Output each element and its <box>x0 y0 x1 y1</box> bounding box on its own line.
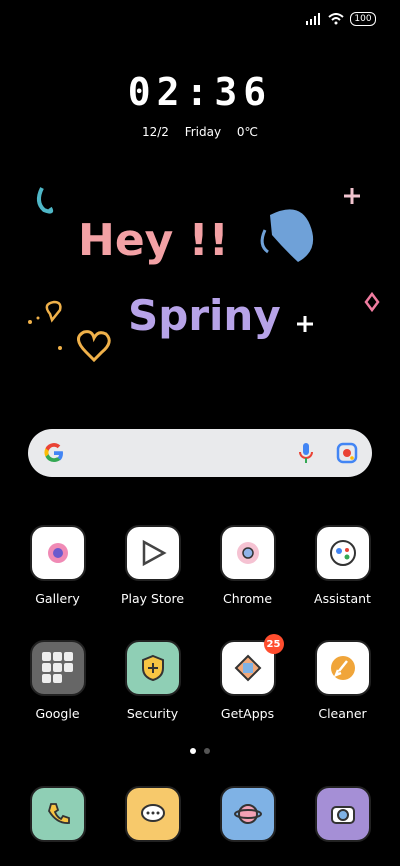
hey-text: Hey !! <box>78 215 229 266</box>
page-dot[interactable] <box>204 748 210 754</box>
heart-icon <box>45 300 62 323</box>
dock-phone[interactable] <box>13 786 103 842</box>
sparkle-icon <box>297 316 313 332</box>
app-security[interactable]: Security <box>108 640 198 721</box>
battery-indicator: 100 <box>350 12 376 26</box>
swirl-decoration <box>37 187 54 214</box>
diamond-icon <box>364 291 380 313</box>
page-indicator[interactable] <box>0 748 400 754</box>
gallery-icon[interactable] <box>29 525 86 581</box>
google-folder-icon[interactable] <box>29 640 86 696</box>
dock-camera[interactable] <box>298 786 388 842</box>
app-label: Cleaner <box>318 706 367 721</box>
app-label: Gallery <box>35 591 80 606</box>
page-dot-active[interactable] <box>190 748 196 754</box>
sparkle-icon <box>344 188 360 204</box>
app-label: Assistant <box>314 591 371 606</box>
status-bar: 100 <box>306 12 376 26</box>
lens-icon[interactable] <box>336 442 358 464</box>
messages-icon[interactable] <box>124 786 181 842</box>
app-chrome[interactable]: Chrome <box>203 525 293 606</box>
app-label: Security <box>126 706 179 721</box>
signal-icon <box>306 13 320 25</box>
butterfly-icon <box>270 209 314 262</box>
app-label: Chrome <box>222 591 273 606</box>
camera-icon[interactable] <box>314 786 371 842</box>
clock[interactable]: 02:36 <box>0 70 400 114</box>
notification-badge: 25 <box>263 634 284 654</box>
app-cleaner[interactable]: Cleaner <box>298 640 388 721</box>
date: 12/2 <box>141 125 169 139</box>
getapps-icon[interactable]: 25 <box>219 634 284 696</box>
app-label: Google <box>35 706 80 721</box>
dock-messages[interactable] <box>108 786 198 842</box>
browser-icon[interactable] <box>219 786 276 842</box>
cleaner-icon[interactable] <box>314 640 371 696</box>
weekday: Friday <box>184 125 222 139</box>
app-label: Play Store <box>120 591 185 606</box>
app-gallery[interactable]: Gallery <box>13 525 103 606</box>
temperature: 0℃ <box>236 125 259 139</box>
spriny-text: Spriny <box>128 291 281 340</box>
date-line: 12/2 Friday 0℃ <box>0 125 400 139</box>
google-logo-icon[interactable] <box>42 441 66 465</box>
heart-icon <box>77 330 111 363</box>
app-row-1: Gallery Play Store Chrome Assistant <box>0 525 400 606</box>
phone-icon[interactable] <box>29 786 86 842</box>
app-assistant[interactable]: Assistant <box>298 525 388 606</box>
google-search-bar[interactable] <box>28 429 372 477</box>
app-play-store[interactable]: Play Store <box>108 525 198 606</box>
app-label: GetApps <box>220 706 275 721</box>
dock <box>0 786 400 842</box>
play-store-icon[interactable] <box>124 525 181 581</box>
app-row-2: Google Security 25 GetApps Cleaner <box>0 634 400 721</box>
dock-browser[interactable] <box>203 786 293 842</box>
assistant-icon[interactable] <box>314 525 371 581</box>
wifi-icon <box>328 13 344 25</box>
chrome-icon[interactable] <box>219 525 276 581</box>
wallpaper-art: Hey !! Spriny <box>28 187 380 363</box>
microphone-icon[interactable] <box>298 442 314 464</box>
folder-google[interactable]: Google <box>13 640 103 721</box>
app-getapps[interactable]: 25 GetApps <box>203 634 293 721</box>
security-icon[interactable] <box>124 640 181 696</box>
